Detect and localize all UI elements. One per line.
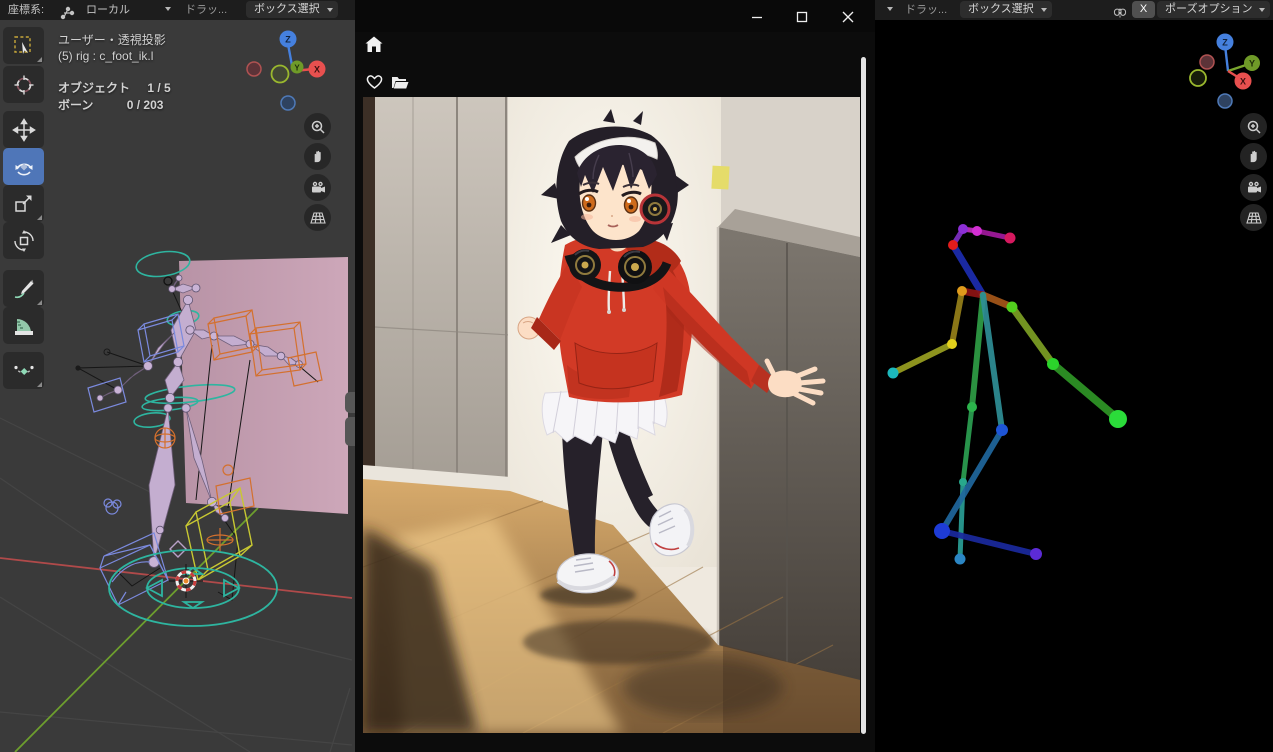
gizmo-axis-neg-x[interactable] — [1199, 54, 1215, 70]
flyout-indicator — [37, 57, 42, 62]
gizmo-axis-neg-y[interactable] — [1189, 69, 1207, 87]
pose-joint-l_elbow[interactable] — [1047, 358, 1059, 370]
pose-joint-l_eye[interactable] — [972, 226, 982, 236]
pose-joint-r_elbow[interactable] — [947, 339, 957, 349]
flyout-indicator — [37, 215, 42, 220]
flyout-indicator — [37, 382, 42, 387]
bones-stat: ボーン 0 / 203 — [58, 96, 163, 113]
tool-annotate[interactable] — [3, 270, 44, 307]
pan-hand-button[interactable] — [1240, 143, 1267, 170]
scrollbar[interactable] — [861, 57, 866, 734]
maximize-button[interactable] — [787, 8, 817, 26]
tool-cursor[interactable] — [3, 66, 44, 103]
region-tab-handle[interactable] — [345, 417, 355, 446]
camera-view-button[interactable] — [1240, 174, 1267, 201]
objects-count: 1 / 5 — [147, 81, 171, 95]
zoom-button[interactable] — [304, 113, 331, 140]
zoom-button[interactable] — [1240, 113, 1267, 140]
viewport-3d-right[interactable]: Z Y X ドラッ... ボックス選択 X ポーズオプション — [875, 0, 1273, 752]
tool-pose-breakdowner[interactable] — [3, 352, 44, 389]
girl-shadow-2 — [623, 657, 783, 717]
tool-transform[interactable] — [3, 222, 44, 259]
pose-joint-nose[interactable] — [948, 240, 958, 250]
select-mode-label: ボックス選択 — [968, 3, 1034, 15]
pose-joint-l_foot[interactable] — [1030, 548, 1042, 560]
gizmo-z-label: Z — [285, 35, 291, 45]
select-mode-label: ボックス選択 — [254, 3, 320, 15]
gizmo-axis-neg-y[interactable] — [270, 64, 290, 84]
bones-label: ボーン — [58, 98, 94, 112]
select-mode-dropdown[interactable]: ボックス選択 — [960, 1, 1052, 18]
favorite-heart-icon[interactable] — [366, 74, 383, 90]
coord-system-label: 座標系: — [8, 4, 45, 16]
tool-header-right: ドラッ... ボックス選択 X ポーズオプション — [875, 0, 1273, 20]
gizmo-y-label: Y — [1249, 59, 1255, 69]
pose-joint-r_wrist[interactable] — [887, 367, 899, 379]
drag-dropdown[interactable]: ドラッ... — [905, 0, 947, 20]
camera-view-button[interactable] — [304, 174, 331, 201]
view-mode-text: ユーザー・透視投影 — [58, 33, 166, 47]
mirror-x-toggle[interactable]: X — [1132, 1, 1155, 18]
viewport-canvas-left[interactable]: Z X Y — [0, 0, 355, 752]
pan-hand-button[interactable] — [304, 143, 331, 170]
pose-joint-l_ear[interactable] — [1004, 232, 1016, 244]
chevron-down-icon — [1040, 8, 1047, 12]
pose-joint-l_shoulder[interactable] — [1006, 301, 1018, 313]
region-tab-handle[interactable] — [345, 392, 355, 413]
image-viewer-window — [355, 0, 875, 752]
gizmo-x-label: X — [1240, 77, 1246, 87]
flyout-indicator — [37, 300, 42, 305]
pose-options-dropdown[interactable]: ポーズオプション — [1157, 1, 1271, 18]
gizmo-y-label: Y — [294, 64, 300, 73]
viewport-canvas-right[interactable]: Z Y X — [875, 0, 1273, 752]
objects-stat: オブジェクト 1 / 5 — [58, 79, 171, 96]
chevron-down-icon — [326, 8, 333, 12]
cabinet-front — [718, 227, 860, 697]
tool-tweak-select-box[interactable] — [3, 27, 44, 64]
minimize-button[interactable] — [742, 8, 772, 26]
viewer-image[interactable] — [363, 97, 860, 733]
tool-scale[interactable] — [3, 185, 44, 222]
sticky-note — [711, 165, 730, 190]
chevron-down-icon — [165, 7, 171, 11]
select-mode-dropdown[interactable]: ボックス選択 — [246, 1, 338, 18]
locker-wall — [375, 97, 510, 497]
tool-header-left: 座標系: ローカル ドラッ... ボックス選択 — [0, 0, 355, 20]
open-folder-icon[interactable] — [391, 75, 409, 90]
lifted-sneaker — [649, 503, 695, 557]
orientation-dropdown[interactable]: ローカル — [86, 0, 130, 20]
toggle-grid-button[interactable] — [1240, 204, 1267, 231]
mirror-butterfly-icon — [1113, 8, 1127, 19]
pose-joint-r_shoulder[interactable] — [957, 286, 967, 296]
tool-rotate[interactable] — [3, 148, 44, 185]
gizmo-axis-neg-z[interactable] — [280, 95, 296, 111]
app-root: Z X Y 座標系: ローカル ドラッ... ボックス選択 ユーザー・透視投影 … — [0, 0, 1273, 752]
gizmo-axis-neg-x[interactable] — [246, 61, 262, 77]
chevron-down-icon — [1259, 8, 1266, 12]
girl-shadow — [523, 620, 713, 664]
gizmo-axis-neg-z[interactable] — [1217, 93, 1233, 109]
toggle-grid-button[interactable] — [304, 204, 331, 231]
gizmo-z-label: Z — [1222, 38, 1228, 48]
chevron-down-icon — [887, 7, 893, 11]
viewport-3d-left[interactable]: Z X Y 座標系: ローカル ドラッ... ボックス選択 ユーザー・透視投影 … — [0, 0, 355, 752]
orientation-icon — [60, 6, 75, 20]
objects-label: オブジェクト — [58, 81, 131, 95]
pose-joint-l_wrist[interactable] — [1109, 410, 1127, 428]
bones-count: 0 / 203 — [126, 98, 164, 112]
tool-measure[interactable] — [3, 307, 44, 344]
pose-joint-r_eye[interactable] — [958, 224, 968, 234]
drag-dropdown[interactable]: ドラッ... — [185, 0, 227, 20]
gizmo-x-label: X — [314, 65, 320, 75]
pose-options-label: ポーズオプション — [1165, 3, 1253, 15]
close-button[interactable] — [833, 8, 863, 26]
active-bone-text: (5) rig : c_foot_ik.l — [58, 49, 154, 63]
pose-joint-l_hip[interactable] — [996, 424, 1008, 436]
pose-joint-r_knee[interactable] — [959, 478, 967, 486]
tool-move[interactable] — [3, 111, 44, 148]
pose-joint-r_ankle[interactable] — [954, 553, 966, 565]
pose-joint-l_knee[interactable] — [934, 523, 950, 539]
home-icon[interactable] — [365, 36, 383, 53]
pose-joint-r_hip[interactable] — [967, 402, 977, 412]
